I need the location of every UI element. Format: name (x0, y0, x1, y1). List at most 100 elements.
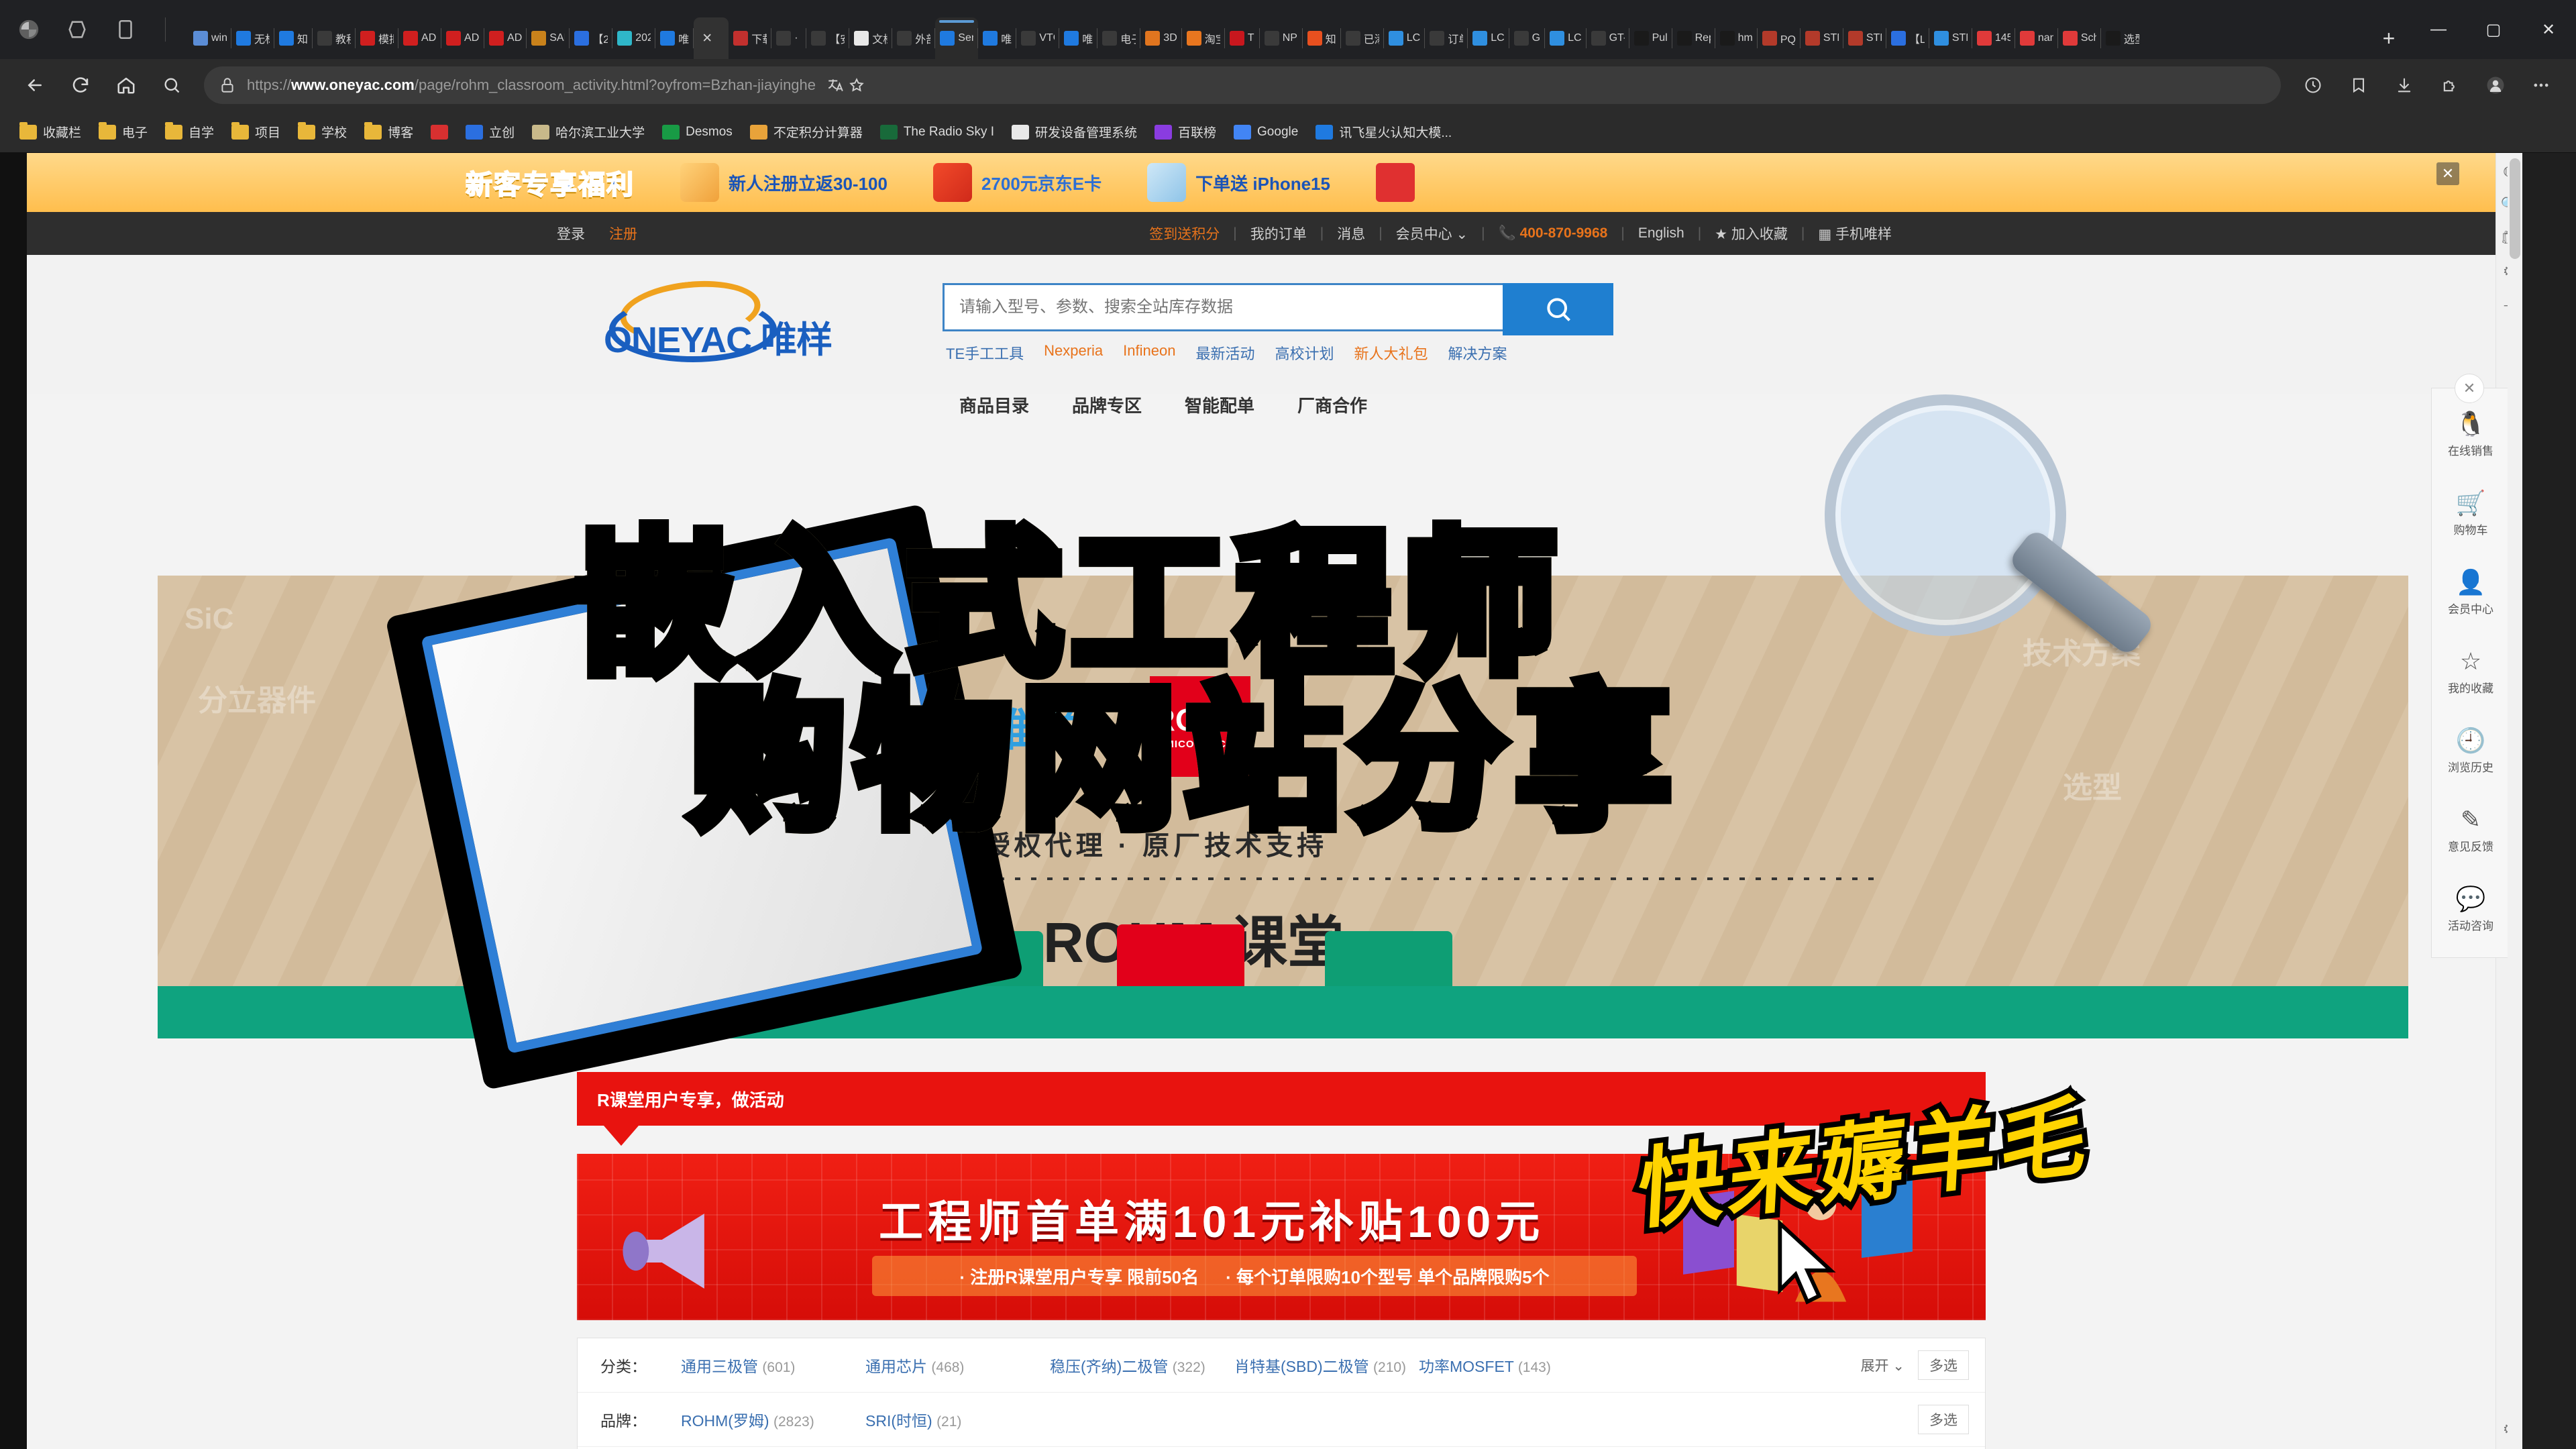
browser-tab[interactable]: 外部 (892, 17, 936, 59)
browser-essentials-icon[interactable] (2290, 62, 2336, 108)
filter-option[interactable]: 稳压(齐纳)二极管 (322) (1050, 1354, 1234, 1377)
bookmark-item[interactable]: 哈尔滨工业大学 (523, 117, 653, 148)
browser-tab[interactable]: 选型 (2101, 17, 2144, 59)
browser-tab[interactable]: 教程 (313, 17, 356, 59)
browser-tab[interactable]: hm (1715, 17, 1758, 59)
browser-tab[interactable]: 淘宝 (1182, 17, 1225, 59)
hot-search-link[interactable]: 最新活动 (1195, 342, 1254, 364)
filter-multiselect-button[interactable]: 多选 (1918, 1405, 1969, 1434)
bookmark-item[interactable]: The Radio Sky I (871, 117, 1003, 148)
hot-search-link[interactable]: 新人大礼包 (1354, 342, 1428, 364)
back-button[interactable] (12, 62, 58, 108)
main-nav-item[interactable]: 商品目录 (959, 392, 1029, 417)
bookmark-item[interactable]: Google (1225, 117, 1307, 148)
hot-search-link[interactable]: 解决方案 (1448, 342, 1507, 364)
browser-tab[interactable]: SAE (527, 17, 570, 59)
minimize-button[interactable]: — (2411, 7, 2466, 52)
promo-item[interactable]: 下单送 iPhone15 (1124, 153, 1353, 212)
browser-tab[interactable]: NPN (1260, 17, 1303, 59)
main-nav-item[interactable]: 厂商合作 (1297, 392, 1367, 417)
browser-tab[interactable]: 145 (1972, 17, 2015, 59)
sidebar-close-button[interactable]: ✕ (2455, 374, 2484, 403)
messages-link[interactable]: 消息 (1324, 223, 1379, 244)
login-link[interactable]: 登录 (557, 223, 585, 244)
browser-tab[interactable]: G (1509, 17, 1546, 59)
service-sidebar-item[interactable]: ☆ 我的收藏 (2432, 633, 2510, 712)
bookmark-item[interactable]: 收藏栏 (11, 117, 90, 148)
browser-tab[interactable]: 唯 (978, 17, 1017, 59)
my-orders-link[interactable]: 我的订单 (1237, 223, 1320, 244)
service-sidebar-item[interactable]: 💬 活动咨询 (2432, 870, 2510, 949)
mobile-site-link[interactable]: ▦ 手机唯样 (1805, 223, 1905, 244)
search-submit-button[interactable] (1503, 283, 1613, 335)
hot-search-link[interactable]: TE手工工具 (946, 342, 1024, 364)
refresh-button[interactable] (58, 62, 103, 108)
add-favorite-link[interactable]: ★ 加入收藏 (1701, 223, 1801, 244)
bookmark-item[interactable]: 电子 (90, 117, 156, 148)
promo-item[interactable]: 2700元京东E卡 (910, 153, 1124, 212)
browser-tab[interactable]: Sch (2058, 17, 2101, 59)
extensions-icon[interactable] (2427, 62, 2473, 108)
browser-tab[interactable]: ADS (441, 17, 485, 59)
bookmark-item[interactable]: 项目 (223, 117, 289, 148)
browser-tab[interactable]: PQ、 (1758, 17, 1801, 59)
browser-tab[interactable]: 模拟 (356, 17, 399, 59)
promo-banner[interactable]: 新客专享福利 新人注册立返30-100 2700元京东E卡 下单送 iPhone… (27, 153, 2522, 212)
windows-copilot-icon[interactable] (17, 18, 40, 41)
bookmark-item[interactable]: 不定积分计算器 (741, 117, 871, 148)
downloads-icon[interactable] (2381, 62, 2427, 108)
favorite-star-icon[interactable] (848, 76, 865, 94)
main-nav-item[interactable]: 品牌专区 (1072, 392, 1142, 417)
page-scrollbar[interactable] (2508, 153, 2522, 1449)
collections-toolbar-icon[interactable] (2336, 62, 2381, 108)
browser-tab[interactable]: 电子 (1097, 17, 1141, 59)
browser-tab[interactable]: 202 (612, 17, 656, 59)
browser-tab[interactable]: Semiconductors (935, 17, 979, 59)
browser-tab[interactable]: 订单 (1425, 17, 1468, 59)
browser-tab[interactable]: 知 (1303, 17, 1341, 59)
browser-tab[interactable]: 下载 (729, 17, 772, 59)
search-button[interactable] (149, 62, 195, 108)
new-tab-button[interactable]: + (2373, 23, 2404, 54)
settings-menu-icon[interactable] (2518, 62, 2564, 108)
service-sidebar-item[interactable]: ✎ 意见反馈 (2432, 791, 2510, 870)
split-screen-icon[interactable] (114, 18, 137, 41)
browser-tab[interactable]: ✕ (694, 17, 729, 59)
browser-tab[interactable]: LC (1545, 17, 1587, 59)
bookmark-item[interactable]: 百联榜 (1146, 117, 1225, 148)
filter-option[interactable]: ROHM(罗姆) (2823) (681, 1408, 865, 1431)
search-input[interactable] (959, 298, 1574, 317)
browser-tab[interactable]: 唯 (655, 17, 694, 59)
scrollbar-thumb[interactable] (2510, 158, 2520, 259)
browser-tab[interactable]: 无标 (231, 17, 274, 59)
close-window-button[interactable]: ✕ (2521, 7, 2576, 52)
browser-tab[interactable]: 【安 (806, 17, 850, 59)
site-logo[interactable]: ONEYAC 唯样 (597, 274, 852, 362)
browser-tab[interactable]: ADS (398, 17, 442, 59)
browser-tab[interactable]: VTG (1016, 17, 1060, 59)
browser-tab[interactable]: 已添 (1341, 17, 1384, 59)
promo-item[interactable]: 新人注册立返30-100 (657, 153, 910, 212)
bookmark-item[interactable]: 研发设备管理系统 (1003, 117, 1146, 148)
translate-icon[interactable] (826, 76, 844, 94)
browser-tab[interactable]: 文档 (849, 17, 893, 59)
hot-search-link[interactable]: 高校计划 (1275, 342, 1334, 364)
collections-icon[interactable] (66, 18, 89, 41)
browser-tab[interactable]: LC (1468, 17, 1509, 59)
register-link[interactable]: 注册 (609, 223, 637, 244)
browser-tab[interactable]: STM (1843, 17, 1886, 59)
hotline-phone[interactable]: 📞 400-870-9968 (1485, 225, 1621, 241)
bookmark-item[interactable]: Desmos (653, 117, 741, 148)
bookmark-item[interactable]: 博客 (356, 117, 422, 148)
service-sidebar-item[interactable]: 👤 会员中心 (2432, 553, 2510, 633)
browser-tab[interactable]: 3D (1140, 17, 1182, 59)
service-sidebar-item[interactable]: 🕘 浏览历史 (2432, 712, 2510, 791)
browser-tab[interactable]: T (1225, 17, 1260, 59)
browser-tab[interactable]: STM (1929, 17, 1972, 59)
hero-banner[interactable]: SiC 分立器件 技术方案 选型 驱动 唯样 × ROHM SEMICONDUC… (158, 576, 2408, 1038)
browser-tab[interactable]: win (189, 17, 231, 59)
browser-tab[interactable]: Rep (1672, 17, 1715, 59)
bookmark-item[interactable]: 立创 (457, 117, 523, 148)
english-link[interactable]: English (1625, 225, 1698, 241)
filter-expand-button[interactable]: 展开 ⌄ (1861, 1355, 1904, 1375)
